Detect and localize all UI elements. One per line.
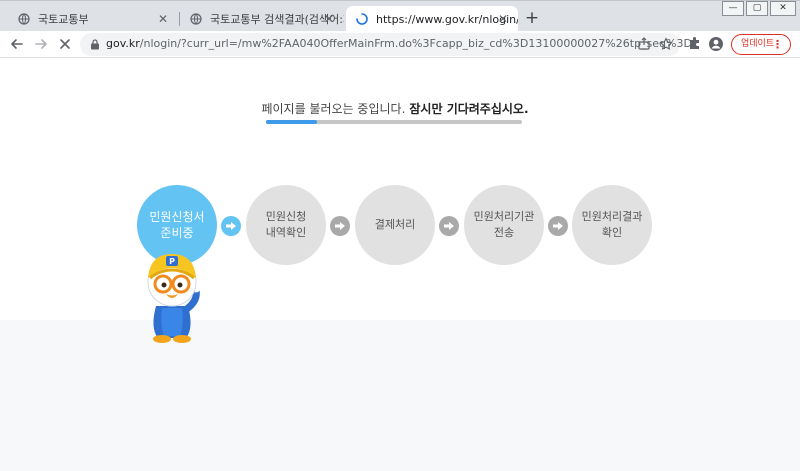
loading-spinner-icon: [356, 13, 368, 25]
step-label: 민원신청서 준비중: [149, 210, 205, 240]
bookmark-star-icon[interactable]: [658, 37, 674, 53]
url-host: gov.kr: [106, 37, 140, 50]
step-label: 민원신청 내역확인: [265, 210, 307, 239]
page-content: 페이지를 불러오는 중입니다. 잠시만 기다려주십시오. 민원신청서 준비중 민원…: [0, 58, 800, 471]
step-arrow-icon: [548, 216, 568, 236]
forward-arrow-icon[interactable]: [32, 35, 50, 53]
restore-button[interactable]: ▢: [746, 1, 768, 16]
step-result-confirm: 민원처리결과 확인: [572, 185, 652, 265]
step-arrow-icon: [330, 216, 350, 236]
tab-strip: 국토교통부 ✕ 국토교통부 검색결과(검색어:지토 ✕ https://www.…: [0, 0, 800, 32]
update-button[interactable]: 업데이트 ⋮: [731, 34, 791, 55]
update-button-label: 업데이트: [741, 39, 775, 49]
window-controls: — ▢ ✕: [720, 1, 796, 16]
loading-message: 페이지를 불러오는 중입니다. 잠시만 기다려주십시오.: [0, 100, 790, 117]
globe-icon: [18, 13, 30, 25]
url-path: /nlogin/?curr_url=/mw%2FAA040OfferMainFr…: [139, 37, 692, 50]
back-arrow-icon[interactable]: [8, 35, 26, 53]
address-bar[interactable]: gov.kr/nlogin/?curr_url=/mw%2FAA040Offer…: [80, 33, 692, 56]
stop-loading-icon[interactable]: [56, 35, 74, 53]
mascot-badge-letter: P: [169, 257, 175, 266]
globe-icon: [190, 13, 202, 25]
tab-3-active[interactable]: https://www.gov.kr/nlogin/?curr ✕: [346, 6, 518, 32]
minimize-button[interactable]: —: [722, 1, 744, 16]
tab-2[interactable]: 국토교통부 검색결과(검색어:지토 ✕: [180, 6, 344, 32]
step-label: 민원처리결과 확인: [581, 210, 643, 239]
step-application-review: 민원신청 내역확인: [246, 185, 326, 265]
tab-1[interactable]: 국토교통부 ✕: [8, 6, 178, 32]
tab-1-close-icon[interactable]: ✕: [156, 12, 170, 26]
tab-3-close-icon[interactable]: ✕: [496, 12, 510, 26]
browser-toolbar: gov.kr/nlogin/?curr_url=/mw%2FAA040Offer…: [0, 31, 800, 58]
close-window-button[interactable]: ✕: [770, 1, 796, 16]
step-payment: 결제처리: [355, 185, 435, 265]
loading-message-bold: 잠시만 기다려주십시오.: [409, 102, 529, 116]
loading-progress-bar: [266, 120, 522, 124]
extensions-puzzle-icon[interactable]: [686, 36, 704, 54]
mascot-character-image: P: [147, 254, 201, 343]
menu-dots-icon[interactable]: ⋮: [772, 35, 783, 54]
step-label: 결제처리: [374, 218, 416, 231]
loading-progress-fill: [266, 120, 318, 124]
lock-icon: [91, 39, 99, 50]
page-footer-area: [0, 320, 800, 471]
new-tab-button[interactable]: +: [524, 10, 540, 27]
step-send-to-agency: 민원처리기관 전송: [464, 185, 544, 265]
loading-message-text: 페이지를 불러오는 중입니다.: [261, 102, 406, 116]
profile-avatar-icon[interactable]: [707, 36, 725, 54]
step-label: 민원처리기관 전송: [473, 210, 535, 239]
step-arrow-icon: [439, 216, 459, 236]
tab-2-close-icon[interactable]: ✕: [322, 12, 336, 26]
url-text: gov.kr/nlogin/?curr_url=/mw%2FAA040Offer…: [106, 37, 692, 50]
share-icon[interactable]: [636, 37, 652, 53]
step-arrow-icon: [221, 216, 241, 236]
